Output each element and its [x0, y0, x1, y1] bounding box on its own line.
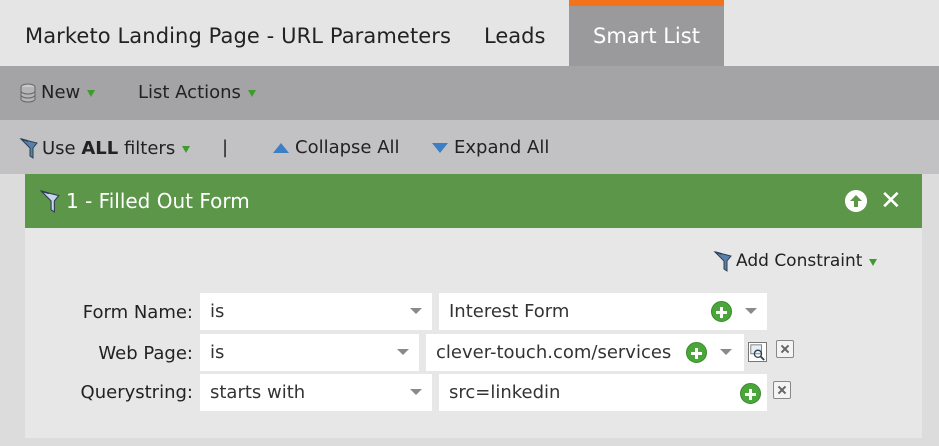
use-all-bold: ALL — [81, 137, 119, 159]
add-constraint-label: Add Constraint — [736, 251, 863, 271]
move-up-icon[interactable] — [845, 190, 867, 212]
filter-title-text: 1 - Filled Out Form — [66, 189, 250, 213]
close-icon[interactable]: ✕ — [880, 188, 902, 214]
expand-arrow-icon — [432, 142, 448, 153]
list-actions-label: List Actions — [138, 82, 241, 103]
tab-bar: Marketo Landing Page - URL Parameters Le… — [0, 0, 939, 66]
funnel-icon — [19, 138, 38, 159]
add-value-icon[interactable] — [740, 383, 761, 404]
operator-value: is — [210, 342, 225, 363]
new-menu-button[interactable]: New — [19, 82, 96, 103]
toolbar-separator: | — [222, 137, 229, 158]
querystring-value: src=linkedin — [449, 382, 561, 403]
funnel-icon — [39, 190, 60, 213]
tab-smart-list-label: Smart List — [593, 24, 700, 48]
tab-landing-page[interactable]: Marketo Landing Page - URL Parameters — [25, 24, 451, 48]
chevron-down-icon — [745, 308, 757, 314]
web-page-operator-select[interactable]: is — [200, 334, 419, 371]
querystring-label: Querystring: — [80, 382, 193, 403]
tab-smart-list[interactable]: Smart List — [569, 0, 724, 66]
use-filters-selector[interactable]: Use ALL filters — [18, 137, 191, 159]
form-name-value: Interest Form — [449, 301, 570, 322]
filter-title: 1 - Filled Out Form — [38, 189, 250, 213]
list-actions-button[interactable]: List Actions — [138, 82, 256, 103]
dropdown-arrow-icon — [869, 258, 878, 266]
delete-row-icon[interactable] — [776, 340, 794, 358]
operator-value: starts with — [210, 382, 306, 403]
querystring-operator-select[interactable]: starts with — [200, 374, 432, 411]
preview-icon[interactable] — [748, 342, 767, 362]
collapse-all-button[interactable]: Collapse All — [273, 137, 400, 158]
dropdown-arrow-icon — [247, 90, 256, 97]
querystring-value-input[interactable]: src=linkedin — [439, 374, 767, 411]
chevron-down-icon — [720, 349, 732, 355]
expand-all-label: Expand All — [454, 137, 550, 158]
database-icon — [20, 83, 36, 102]
chevron-down-icon — [397, 349, 409, 355]
use-prefix: Use — [42, 137, 82, 159]
filter-card: 1 - Filled Out Form ✕ Add Constraint For… — [25, 174, 922, 438]
chevron-down-icon — [410, 308, 422, 314]
dropdown-arrow-icon — [182, 145, 191, 153]
operator-value: is — [210, 301, 225, 322]
web-page-value: clever-touch.com/services — [436, 342, 672, 363]
form-name-operator-select[interactable]: is — [200, 293, 432, 330]
delete-row-icon[interactable] — [773, 381, 791, 399]
funnel-icon — [713, 251, 732, 272]
filter-card-header[interactable]: 1 - Filled Out Form ✕ — [25, 174, 922, 228]
expand-all-button[interactable]: Expand All — [432, 137, 549, 158]
dropdown-arrow-icon — [87, 90, 96, 97]
collapse-arrow-icon — [273, 142, 289, 153]
form-name-label: Form Name: — [82, 302, 193, 323]
add-constraint-button[interactable]: Add Constraint — [712, 250, 878, 272]
use-suffix: filters — [118, 137, 176, 159]
active-tab-indicator — [569, 0, 724, 6]
toolbar: New List Actions — [0, 66, 939, 120]
add-value-icon[interactable] — [686, 342, 707, 363]
add-value-icon[interactable] — [711, 301, 732, 322]
tab-leads[interactable]: Leads — [484, 24, 545, 48]
form-name-value-select[interactable]: Interest Form — [439, 293, 767, 330]
web-page-value-select[interactable]: clever-touch.com/services — [426, 334, 744, 371]
filter-bar: Use ALL filters | Collapse All Expand Al… — [0, 120, 939, 174]
chevron-down-icon — [410, 389, 422, 395]
new-label: New — [41, 82, 81, 103]
web-page-label: Web Page: — [98, 343, 193, 364]
collapse-all-label: Collapse All — [295, 137, 400, 158]
